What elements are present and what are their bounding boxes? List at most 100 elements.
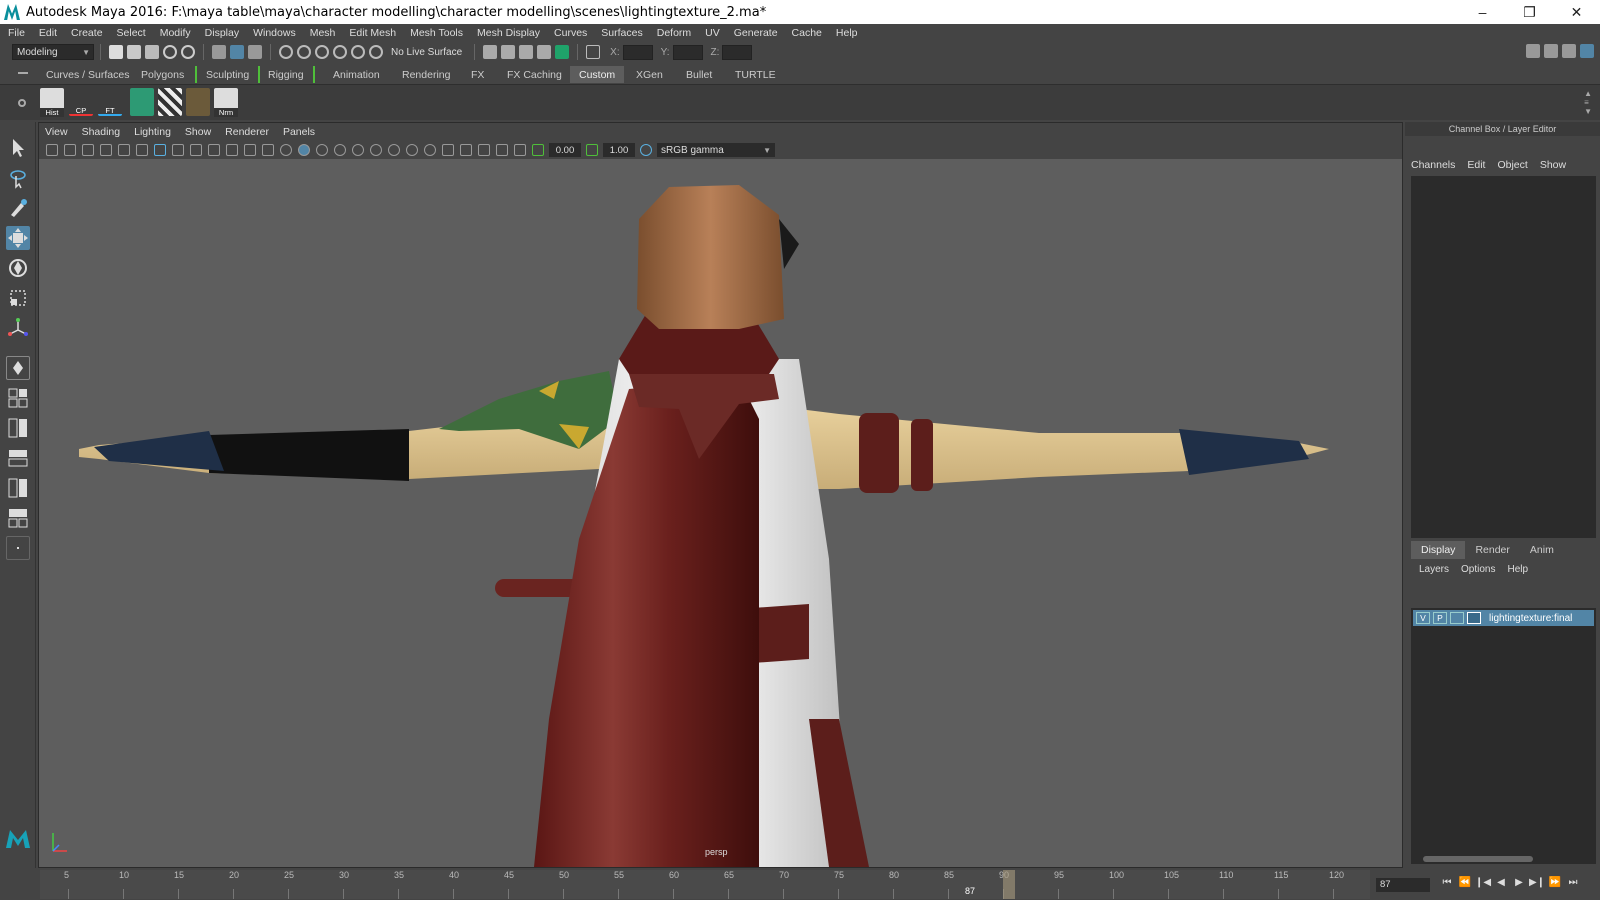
color-management-icon[interactable] [640, 144, 652, 156]
material-icon[interactable] [130, 88, 154, 116]
use-all-lights-icon[interactable] [352, 144, 364, 156]
bookmark-icon[interactable] [82, 144, 94, 156]
step-back-key-button[interactable]: ⏪ [1456, 877, 1474, 891]
paint-select-tool-icon[interactable] [6, 196, 30, 220]
select-object-icon[interactable] [230, 45, 244, 59]
magnet-icon[interactable] [369, 45, 383, 59]
layer-row[interactable]: V P lightingtexture:final [1413, 610, 1594, 626]
xray-components-icon[interactable] [514, 144, 526, 156]
depth-of-field-icon[interactable] [442, 144, 454, 156]
gamma-icon[interactable] [586, 144, 598, 156]
tab-polygons[interactable]: Polygons [132, 66, 193, 83]
tab-curves-surfaces[interactable]: Curves / Surfaces [37, 66, 138, 83]
anti-aliasing-icon[interactable] [424, 144, 436, 156]
viewport-menu-panels[interactable]: Panels [283, 126, 315, 138]
delete-history-icon[interactable]: Hist [40, 88, 64, 117]
menu-set-dropdown[interactable]: Modeling ▼ [12, 44, 94, 60]
undo-icon[interactable] [163, 45, 177, 59]
go-to-start-button[interactable]: ⏮ [1438, 877, 1456, 891]
menu-help[interactable]: Help [836, 27, 858, 39]
tab-fx-caching[interactable]: FX Caching [498, 66, 571, 83]
tab-display-layers[interactable]: Display [1411, 541, 1466, 559]
step-back-frame-button[interactable]: ❙◀ [1474, 877, 1492, 891]
layer-display-type-toggle[interactable] [1450, 612, 1464, 624]
menu-create[interactable]: Create [71, 27, 103, 39]
menu-curves[interactable]: Curves [554, 27, 587, 39]
viewport-menu-show[interactable]: Show [185, 126, 211, 138]
snap-curve-icon[interactable] [297, 45, 311, 59]
close-button[interactable]: ✕ [1553, 0, 1600, 24]
outliner-layout-icon[interactable] [6, 446, 30, 470]
scale-tool-icon[interactable] [6, 286, 30, 310]
transform-mode-icon[interactable] [586, 45, 601, 59]
current-frame-field[interactable]: 87 [1376, 878, 1430, 892]
x-field[interactable] [622, 44, 653, 60]
center-pivot-icon[interactable]: CP [69, 88, 93, 116]
scrollbar-thumb[interactable] [1423, 856, 1533, 862]
z-field[interactable] [722, 44, 753, 60]
resolution-gate-icon[interactable] [190, 144, 202, 156]
paint-tool-icon[interactable] [186, 88, 210, 116]
y-field[interactable] [672, 44, 703, 60]
menu-uv[interactable]: UV [705, 27, 720, 39]
play-backwards-button[interactable]: ◀ [1492, 877, 1510, 891]
snap-view-plane-icon[interactable] [333, 45, 347, 59]
gamma-field[interactable]: 1.00 [603, 143, 635, 157]
tab-bullet[interactable]: Bullet [677, 66, 721, 83]
3d-scene-view[interactable]: persp [39, 159, 1402, 867]
menu-deform[interactable]: Deform [657, 27, 691, 39]
field-chart-icon[interactable] [226, 144, 238, 156]
minimize-button[interactable]: – [1459, 0, 1506, 24]
custom-layout-icon[interactable] [6, 536, 30, 560]
channel-box-menu-channels[interactable]: Channels [1411, 159, 1455, 171]
step-forward-key-button[interactable]: ⏩ [1546, 877, 1564, 891]
layer-color-swatch[interactable] [1467, 612, 1481, 624]
exposure-field[interactable]: 0.00 [549, 143, 581, 157]
rotate-tool-icon[interactable] [6, 256, 30, 280]
menu-modify[interactable]: Modify [160, 27, 191, 39]
channel-list-area[interactable] [1411, 176, 1596, 538]
view-transform-dropdown[interactable]: sRGB gamma ▼ [657, 143, 775, 157]
smooth-shade-icon[interactable] [298, 144, 310, 156]
menu-mesh-display[interactable]: Mesh Display [477, 27, 540, 39]
checker-texture-icon[interactable] [158, 88, 182, 116]
tool-settings-icon[interactable] [1562, 44, 1576, 58]
layer-menu-layers[interactable]: Layers [1419, 564, 1449, 575]
wireframe-on-shaded-icon[interactable] [316, 144, 328, 156]
maximize-button[interactable]: ❐ [1506, 0, 1553, 24]
xray-icon[interactable] [478, 144, 490, 156]
channel-box-icon[interactable] [1580, 44, 1594, 58]
time-slider-track[interactable]: 5101520253035404550556065707580859095100… [40, 870, 1370, 899]
universal-manipulator-icon[interactable] [6, 316, 30, 340]
safe-title-icon[interactable] [262, 144, 274, 156]
layer-visibility-toggle[interactable]: V [1416, 612, 1430, 624]
channel-box-menu-show[interactable]: Show [1540, 159, 1566, 171]
open-scene-icon[interactable] [127, 45, 141, 59]
layer-horizontal-scrollbar[interactable] [1411, 854, 1596, 864]
lasso-tool-icon[interactable] [6, 166, 30, 190]
menu-mesh-tools[interactable]: Mesh Tools [410, 27, 463, 39]
2d-pan-zoom-icon[interactable] [118, 144, 130, 156]
move-tool-icon[interactable] [6, 226, 30, 250]
two-pane-layout-icon[interactable] [6, 416, 30, 440]
menu-display[interactable]: Display [205, 27, 239, 39]
shelf-gear-icon[interactable] [18, 99, 26, 107]
safe-action-icon[interactable] [244, 144, 256, 156]
tab-rendering[interactable]: Rendering [393, 66, 459, 83]
menu-surfaces[interactable]: Surfaces [601, 27, 642, 39]
shelf-scroll-arrows-icon[interactable]: ▲ ≡ ▼ [1584, 89, 1592, 116]
play-forwards-button[interactable]: ▶ [1510, 877, 1528, 891]
layer-name[interactable]: lightingtexture:final [1489, 613, 1572, 624]
wireframe-icon[interactable] [280, 144, 292, 156]
tab-sculpting[interactable]: Sculpting [195, 66, 261, 83]
current-time-indicator[interactable] [1003, 870, 1015, 899]
render-settings-icon[interactable] [537, 45, 552, 59]
select-component-icon[interactable] [248, 45, 262, 59]
viewport-menu-renderer[interactable]: Renderer [225, 126, 269, 138]
menu-cache[interactable]: Cache [792, 27, 822, 39]
tab-fx[interactable]: FX [462, 66, 493, 83]
tab-custom[interactable]: Custom [570, 66, 625, 83]
tab-rigging[interactable]: Rigging [259, 66, 315, 83]
shadows-icon[interactable] [370, 144, 382, 156]
viewport-menu-lighting[interactable]: Lighting [134, 126, 171, 138]
